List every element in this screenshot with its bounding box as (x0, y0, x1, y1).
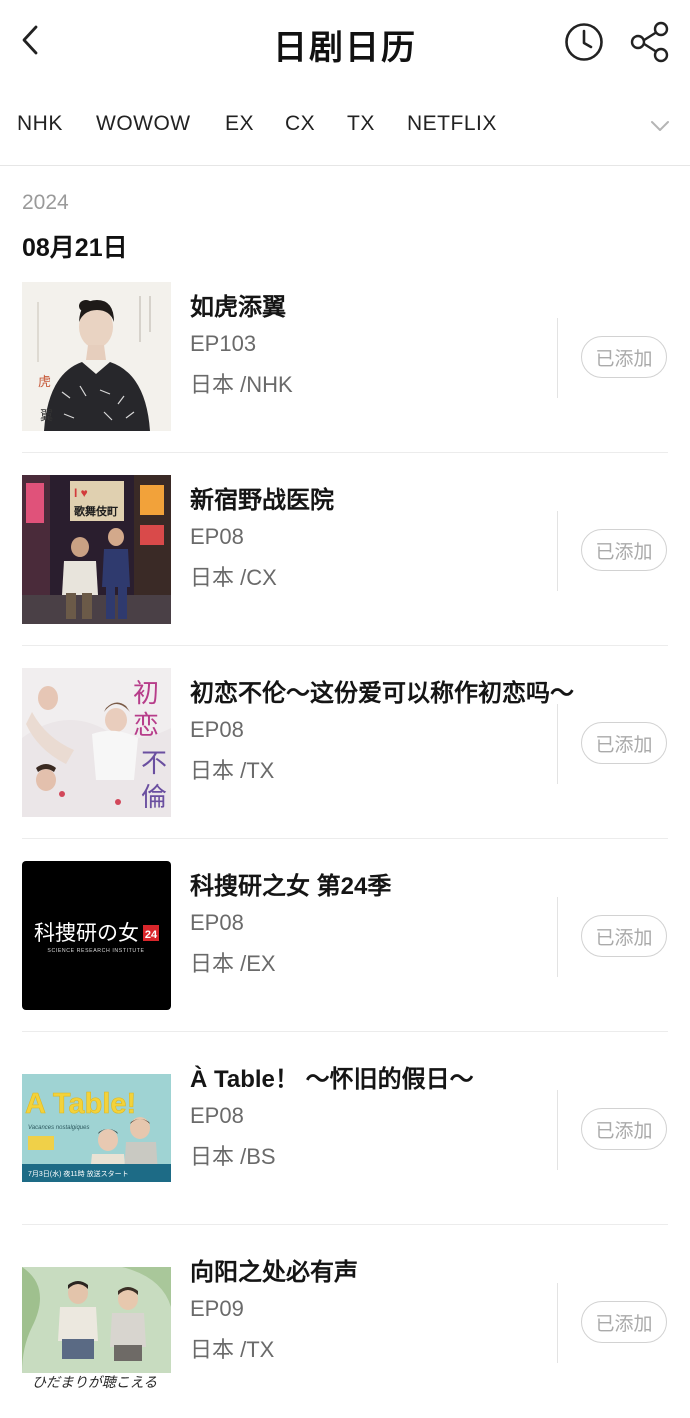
list-item[interactable]: ひだまりが聴こえる 向阳之处必有声 EP09 日本 /TX 已添加 (0, 1225, 690, 1418)
poster-text: SCIENCE RESEARCH INSTITUTE (47, 948, 144, 954)
list-item[interactable]: 科捜研の女 24 SCIENCE RESEARCH INSTITUTE 科搜研之… (0, 839, 690, 1032)
added-button[interactable]: 已添加 (581, 1108, 667, 1150)
tab-netflix[interactable]: NETFLIX (407, 112, 497, 136)
added-button[interactable]: 已添加 (581, 722, 667, 764)
poster-text: A Table! (25, 1088, 136, 1120)
poster-text: 初 (133, 679, 159, 709)
episode-label: EP08 (190, 524, 244, 549)
poster-text: 恋 (133, 711, 159, 741)
added-button[interactable]: 已添加 (581, 915, 667, 957)
channel-label: 日本 /TX (190, 758, 275, 783)
poster-text: Vacances nostalgiques (28, 1125, 90, 1131)
tab-nhk[interactable]: NHK (17, 112, 63, 136)
top-bar: 日剧日历 (0, 0, 690, 86)
tab-tx[interactable]: TX (347, 112, 375, 136)
poster-image: ひだまりが聴こえる (22, 1247, 171, 1396)
show-title: À Table！ ～怀旧的假日～ (190, 1066, 474, 1093)
tab-cx[interactable]: CX (285, 112, 315, 136)
poster-image: 初 恋 不 倫 (22, 668, 171, 817)
list-item[interactable]: A Table! Vacances nostalgiques 7月3日(水) 夜… (0, 1032, 690, 1225)
show-title: 初恋不伦～这份爱可以称作初恋吗～ (190, 680, 574, 707)
list-item[interactable]: 初 恋 不 倫 初恋不伦～这份爱可以称作初恋吗～ EP08 日本 /TX 已添加 (0, 646, 690, 839)
poster-text: 7月3日(水) 夜11時 放送スタート (28, 1169, 129, 1178)
clock-icon (563, 23, 605, 67)
episode-label: EP08 (190, 1103, 244, 1128)
year-label: 2024 (22, 191, 69, 214)
poster-text: 倫 (141, 783, 167, 813)
channel-label: 日本 /NHK (190, 372, 293, 397)
poster-text: 不 (141, 749, 167, 779)
channel-label: 日本 /TX (190, 1337, 275, 1362)
show-title: 向阳之处必有声 (190, 1259, 358, 1286)
poster-text: I ♥ (74, 486, 88, 500)
poster-text: 歌舞伎町 (74, 504, 118, 518)
vertical-divider (557, 704, 558, 784)
poster-image: 虎 翼 (22, 282, 171, 431)
channel-label: 日本 /BS (190, 1144, 276, 1169)
share-icon (628, 21, 672, 68)
channel-label: 日本 /CX (190, 565, 277, 590)
tab-wowow[interactable]: WOWOW (96, 112, 191, 136)
show-title: 新宿野战医院 (190, 487, 334, 514)
added-button[interactable]: 已添加 (581, 336, 667, 378)
vertical-divider (557, 1090, 558, 1170)
poster-text: 科捜研の女 (34, 921, 139, 945)
episode-label: EP103 (190, 331, 257, 356)
list-item[interactable]: I ♥ 歌舞伎町 新宿野战医院 EP08 日本 /CX 已添加 (0, 453, 690, 646)
date-heading: 08月21日 (22, 234, 128, 262)
episode-label: EP09 (190, 1296, 244, 1321)
show-title: 科搜研之女 第24季 (190, 873, 392, 900)
vertical-divider (557, 318, 558, 398)
added-button[interactable]: 已添加 (581, 1301, 667, 1343)
tabs-divider (0, 165, 690, 166)
vertical-divider (557, 511, 558, 591)
show-title: 如虎添翼 (190, 294, 286, 321)
added-button[interactable]: 已添加 (581, 529, 667, 571)
tab-ex[interactable]: EX (225, 112, 254, 136)
channel-label: 日本 /EX (190, 951, 276, 976)
episode-label: EP08 (190, 910, 244, 935)
chevron-down-icon (646, 121, 674, 144)
list-item[interactable]: 虎 翼 如虎添翼 EP103 日本 /NHK 已添加 (0, 260, 690, 453)
poster-text: 24 (145, 929, 158, 941)
episode-label: EP08 (190, 717, 244, 742)
vertical-divider (557, 1283, 558, 1363)
poster-image: 科捜研の女 24 SCIENCE RESEARCH INSTITUTE (22, 861, 171, 1010)
share-button[interactable] (628, 20, 672, 64)
poster-text: 翼 (40, 409, 53, 424)
tabs-expand-button[interactable] (646, 112, 674, 140)
poster-image: A Table! Vacances nostalgiques 7月3日(水) 夜… (22, 1054, 171, 1203)
channel-tabs: NHK WOWOW EX CX TX NETFLIX (0, 98, 690, 154)
poster-text: ひだまりが聴こえる (32, 1375, 157, 1391)
poster-text: 虎 (38, 375, 51, 390)
vertical-divider (557, 897, 558, 977)
poster-image: I ♥ 歌舞伎町 (22, 475, 171, 624)
history-button[interactable] (563, 21, 605, 63)
